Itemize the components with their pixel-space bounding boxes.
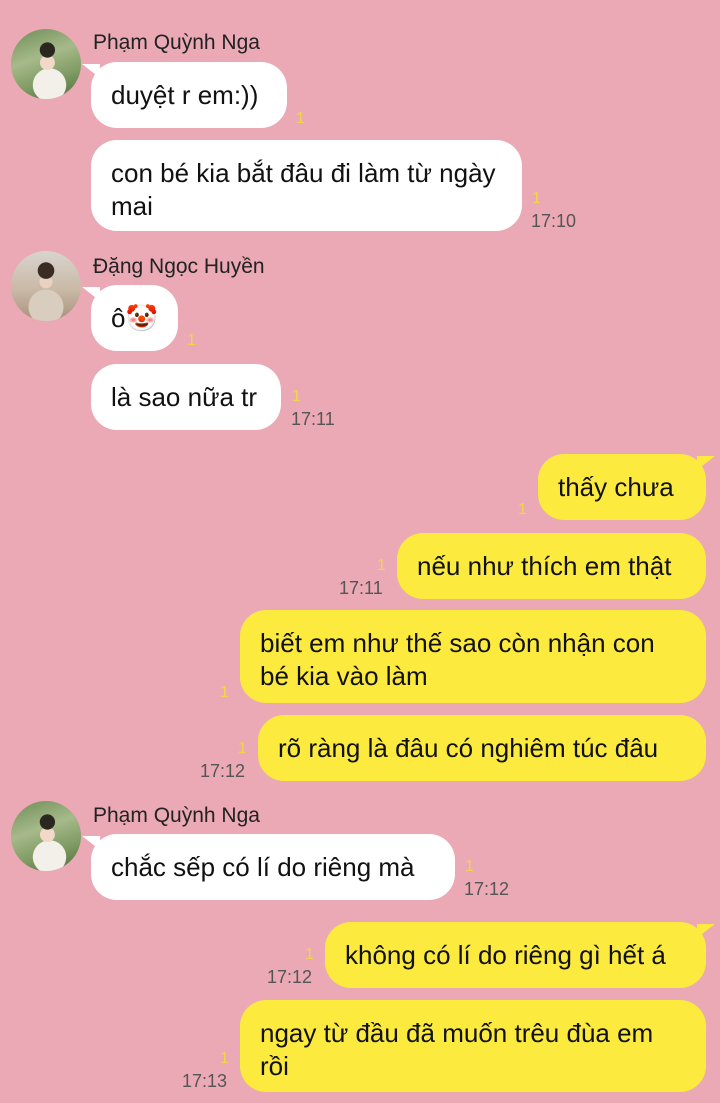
sender-name: Đặng Ngọc Huyền (93, 255, 265, 278)
message-bubble-incoming[interactable]: con bé kia bắt đâu đi làm từ ngày mai (91, 140, 522, 231)
unread-count: 1 (187, 332, 196, 349)
sender-name: Phạm Quỳnh Nga (93, 31, 260, 54)
avatar-pham-quynh-nga[interactable] (11, 801, 81, 871)
message-bubble-outgoing[interactable]: biết em như thế sao còn nhận con bé kia … (240, 610, 706, 703)
message-timestamp: 17:12 (200, 761, 246, 781)
sender-name: Phạm Quỳnh Nga (93, 804, 260, 827)
message-timestamp: 17:10 (531, 211, 577, 231)
message-text: là sao nữa tr (111, 382, 258, 412)
message-timestamp: 17:13 (182, 1071, 228, 1091)
message-text: biết em như thế sao còn nhận con bé kia … (260, 628, 655, 691)
message-text: chắc sếp có lí do riêng mà (111, 852, 415, 882)
message-bubble-incoming[interactable]: duyệt r em:)) (82, 62, 287, 128)
message-text: ngay từ đầu đã muốn trêu đùa em rồi (260, 1018, 654, 1081)
message-bubble-outgoing[interactable]: rõ ràng là đâu có nghiêm túc đâu (258, 715, 706, 781)
unread-count: 1 (292, 388, 301, 405)
message-text: nếu như thích em thật (417, 551, 672, 581)
message-bubble-incoming[interactable]: chắc sếp có lí do riêng mà (82, 834, 455, 900)
avatar-dang-ngoc-huyen[interactable] (11, 251, 81, 321)
message-text: thấy chưa (558, 472, 674, 502)
message-text: ô🤡 (111, 303, 158, 333)
unread-count: 1 (377, 557, 386, 574)
avatar-pham-quynh-nga[interactable] (11, 29, 81, 99)
message-text: duyệt r em:)) (111, 80, 259, 110)
message-bubble-incoming[interactable]: ô🤡 (82, 285, 178, 351)
message-bubble-outgoing[interactable]: không có lí do riêng gì hết á (325, 922, 715, 988)
message-timestamp: 17:11 (291, 409, 335, 429)
unread-count: 1 (220, 684, 229, 701)
unread-count: 1 (238, 740, 247, 757)
message-text: rõ ràng là đâu có nghiêm túc đâu (278, 733, 659, 763)
message-text: con bé kia bắt đâu đi làm từ ngày mai (111, 158, 496, 221)
message-timestamp: 17:11 (339, 578, 383, 598)
unread-count: 1 (465, 858, 474, 875)
message-bubble-outgoing[interactable]: ngay từ đầu đã muốn trêu đùa em rồi (240, 1000, 706, 1092)
unread-count: 1 (518, 501, 527, 518)
unread-count: 1 (305, 946, 314, 963)
message-bubble-outgoing[interactable]: nếu như thích em thật (397, 533, 706, 599)
unread-count: 1 (296, 110, 305, 127)
message-text: không có lí do riêng gì hết á (345, 940, 666, 970)
message-timestamp: 17:12 (464, 879, 510, 899)
unread-count: 1 (532, 190, 541, 207)
message-bubble-outgoing[interactable]: thấy chưa (538, 454, 715, 520)
message-bubble-incoming[interactable]: là sao nữa tr (91, 364, 281, 430)
message-timestamp: 17:12 (267, 967, 313, 987)
unread-count: 1 (220, 1050, 229, 1067)
